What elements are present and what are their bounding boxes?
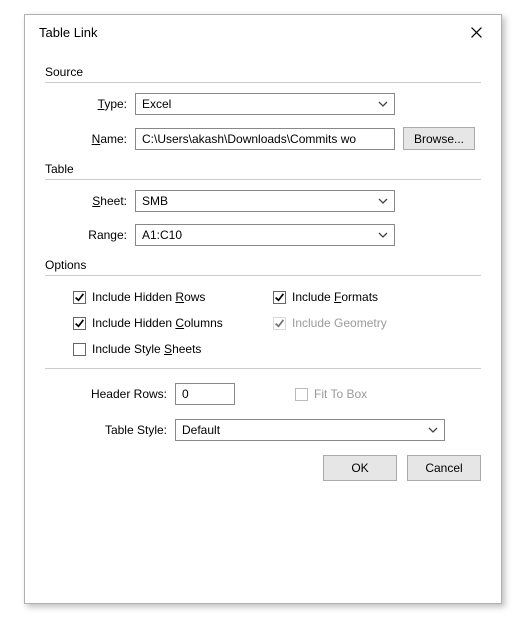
divider — [45, 179, 481, 180]
divider — [45, 368, 481, 369]
type-select[interactable]: Excel — [135, 93, 395, 115]
ok-button[interactable]: OK — [323, 455, 397, 481]
chk-include-hidden-rows[interactable]: Include Hidden Rows — [73, 290, 273, 304]
chk-label: Include Hidden Columns — [92, 316, 223, 330]
chk-fit-to-box: Fit To Box — [295, 387, 367, 401]
range-select[interactable]: A1:C10 — [135, 224, 395, 246]
dialog-title: Table Link — [39, 25, 98, 40]
row-range: Range: A1:C10 — [45, 224, 481, 246]
row-name: Name: C:\Users\akash\Downloads\Commits w… — [45, 127, 481, 150]
chk-label: Include Hidden Rows — [92, 290, 205, 304]
chevron-down-icon — [378, 230, 388, 240]
checkbox-icon — [73, 343, 86, 356]
chk-include-formats[interactable]: Include Formats — [273, 290, 453, 304]
label-sheet: Sheet: — [45, 194, 135, 208]
close-button[interactable] — [461, 20, 491, 44]
sheet-select[interactable]: SMB — [135, 190, 395, 212]
label-header-rows: Header Rows: — [45, 387, 175, 401]
titlebar: Table Link — [25, 15, 501, 49]
row-sheet: Sheet: SMB — [45, 190, 481, 212]
label-range: Range: — [45, 228, 135, 242]
chk-label: Include Formats — [292, 290, 378, 304]
name-input[interactable]: C:\Users\akash\Downloads\Commits wo — [135, 128, 395, 150]
table-link-dialog: Table Link Source Type: Excel Name: C:\U… — [24, 14, 502, 604]
row-table-style: Table Style: Default — [45, 419, 481, 441]
section-table-label: Table — [45, 162, 481, 176]
chevron-down-icon — [378, 196, 388, 206]
dialog-buttons: OK Cancel — [45, 455, 481, 481]
divider — [45, 82, 481, 83]
sheet-value: SMB — [142, 194, 168, 208]
range-value: A1:C10 — [142, 228, 182, 242]
checkbox-icon — [295, 388, 308, 401]
row-type: Type: Excel — [45, 93, 481, 115]
section-source-label: Source — [45, 65, 481, 79]
row-header-rows: Header Rows: 0 Fit To Box — [45, 383, 481, 405]
checkbox-icon — [73, 291, 86, 304]
options-grid: Include Hidden Rows Include Formats Incl… — [45, 286, 481, 360]
cancel-button[interactable]: Cancel — [407, 455, 481, 481]
type-value: Excel — [142, 97, 171, 111]
label-type: Type: — [45, 97, 135, 111]
chk-include-geometry: Include Geometry — [273, 316, 453, 330]
divider — [45, 275, 481, 276]
chk-label: Fit To Box — [314, 387, 367, 401]
checkbox-icon — [273, 317, 286, 330]
close-icon — [471, 27, 482, 38]
chevron-down-icon — [428, 425, 438, 435]
browse-button[interactable]: Browse... — [403, 127, 475, 150]
dialog-content: Source Type: Excel Name: C:\Users\akash\… — [25, 49, 501, 493]
chk-label: Include Style Sheets — [92, 342, 201, 356]
label-table-style: Table Style: — [45, 423, 175, 437]
table-style-select[interactable]: Default — [175, 419, 445, 441]
section-options-label: Options — [45, 258, 481, 272]
chevron-down-icon — [378, 99, 388, 109]
checkbox-icon — [73, 317, 86, 330]
checkbox-icon — [273, 291, 286, 304]
header-rows-input[interactable]: 0 — [175, 383, 235, 405]
chk-include-hidden-columns[interactable]: Include Hidden Columns — [73, 316, 273, 330]
footer-form: Header Rows: 0 Fit To Box Table Style: D… — [45, 383, 481, 441]
label-name: Name: — [45, 132, 135, 146]
chk-label: Include Geometry — [292, 316, 387, 330]
chk-include-style-sheets[interactable]: Include Style Sheets — [73, 342, 273, 356]
table-style-value: Default — [182, 423, 220, 437]
